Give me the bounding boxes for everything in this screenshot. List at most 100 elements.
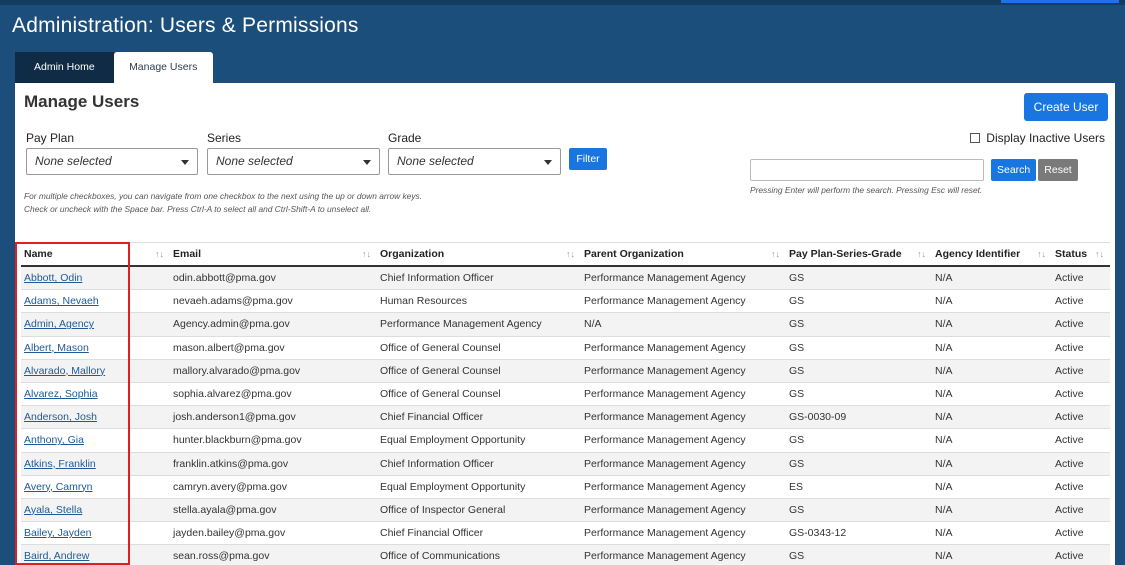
cell-agency-identifier: N/A <box>935 457 953 470</box>
cell-email: odin.abbott@pma.gov <box>173 272 276 284</box>
cell-organization: Office of Inspector General <box>380 503 506 516</box>
user-name-link[interactable]: Albert, Mason <box>24 342 89 354</box>
cell-name[interactable]: Anderson, Josh <box>21 406 170 428</box>
grade-select[interactable]: None selected <box>388 148 561 175</box>
cell-status: Active <box>1055 457 1084 470</box>
cell-name[interactable]: Admin, Agency <box>21 313 170 335</box>
help-text: For multiple checkboxes, you can navigat… <box>24 190 422 216</box>
cell-email: josh.anderson1@pma.gov <box>173 411 296 424</box>
table-row[interactable]: Albert, Mason mason.albert@pma.gov Office … <box>21 337 1110 360</box>
user-name-link[interactable]: Ayala, Stella <box>24 504 82 516</box>
user-name-link[interactable]: Anthony, Gia <box>24 434 84 446</box>
cell-organization: Office of General Counsel <box>380 387 501 400</box>
inactive-checkbox[interactable] <box>970 133 981 143</box>
filter-button[interactable]: Filter <box>569 148 607 170</box>
user-name-link[interactable]: Bailey, Jayden <box>24 527 92 539</box>
sort-icon: ↑↓ <box>566 249 575 259</box>
cell-organization: Equal Employment Opportunity <box>380 480 526 493</box>
cell-name[interactable]: Alvarez, Sophia <box>21 383 170 405</box>
cell-organization: Office of Communications <box>380 550 501 563</box>
cell-email: sean.ross@pma.gov <box>173 550 270 563</box>
search-input[interactable] <box>750 159 984 181</box>
cell-email: jayden.bailey@pma.gov <box>173 527 286 540</box>
table-row[interactable]: Adams, Nevaeh nevaeh.adams@pma.gov Human R… <box>21 290 1110 314</box>
inactive-label: Display Inactive Users <box>986 131 1105 145</box>
user-name-link[interactable]: Admin, Agency <box>24 318 94 330</box>
column-header-pay-plan-series-grade[interactable]: Pay Plan-Series-Grade ↑↓ <box>786 243 932 265</box>
cell-name[interactable]: Avery, Camryn <box>21 476 170 498</box>
chevron-down-icon <box>544 160 552 165</box>
table-row[interactable]: Admin, Agency Agency.admin@pma.gov Perform… <box>21 313 1110 337</box>
column-header-organization[interactable]: Organization ↑↓ <box>377 243 581 265</box>
user-name-link[interactable]: Adams, Nevaeh <box>24 295 99 307</box>
table-row[interactable]: Anthony, Gia hunter.blackburn@pma.gov Equa… <box>21 429 1110 453</box>
tab-manage-users[interactable]: Manage Users <box>113 52 213 83</box>
column-header-agency-identifier[interactable]: Agency Identifier ↑↓ <box>932 243 1052 265</box>
table-row[interactable]: Baird, Andrew sean.ross@pma.gov Office of … <box>21 545 1110 565</box>
cell-status: Active <box>1055 364 1084 377</box>
create-user-button[interactable]: Create User <box>1024 93 1108 121</box>
table-row[interactable]: Atkins, Franklin franklin.atkins@pma.gov C… <box>21 452 1110 476</box>
help-line-2: Check or uncheck with the Space bar. Pre… <box>24 204 372 214</box>
tab-admin-home[interactable]: Admin Home <box>15 52 114 83</box>
cell-email: mallory.alvarado@pma.gov <box>173 364 301 377</box>
column-header-name[interactable]: Name ↑↓ <box>21 243 170 265</box>
cell-name[interactable]: Abbott, Odin <box>21 267 170 289</box>
series-select[interactable]: None selected <box>207 148 380 175</box>
table-row[interactable]: Ayala, Stella stella.ayala@pma.gov Office … <box>21 498 1110 523</box>
table-row[interactable]: Alvarado, Mallory mallory.alvarado@pma.go… <box>21 359 1110 383</box>
column-header-email[interactable]: Email ↑↓ <box>170 243 377 265</box>
display-inactive-toggle[interactable]: Display Inactive Users <box>970 131 1105 145</box>
table-row[interactable]: Avery, Camryn camryn.avery@pma.gov Equal E… <box>21 476 1110 499</box>
cell-name[interactable]: Albert, Mason <box>21 337 170 359</box>
user-name-link[interactable]: Avery, Camryn <box>24 481 92 493</box>
user-name-link[interactable]: Atkins, Franklin <box>24 458 96 470</box>
cell-name[interactable]: Bailey, Jayden <box>21 522 170 544</box>
cell-name[interactable]: Anthony, Gia <box>21 429 170 451</box>
user-name-link[interactable]: Anderson, Josh <box>24 411 97 423</box>
user-name-link[interactable]: Alvarado, Mallory <box>24 365 105 377</box>
table-row[interactable]: Alvarez, Sophia sophia.alvarez@pma.gov Off… <box>21 383 1110 407</box>
sort-icon: ↑↓ <box>1037 249 1046 259</box>
cell-pay-plan-series-grade: GS <box>789 503 805 516</box>
cell-name[interactable]: Alvarado, Mallory <box>21 360 170 382</box>
cell-agency-identifier: N/A <box>935 387 953 400</box>
table-row[interactable]: Bailey, Jayden jayden.bailey@pma.gov Chief… <box>21 522 1110 546</box>
cell-parent-organization: Performance Management Agency <box>584 550 746 563</box>
cell-agency-identifier: N/A <box>935 364 953 377</box>
pay-plan-select[interactable]: None selected <box>26 148 198 175</box>
cell-parent-organization: Performance Management Agency <box>584 457 746 470</box>
cell-agency-identifier: N/A <box>935 318 953 331</box>
cell-parent-organization: Performance Management Agency <box>584 434 746 447</box>
user-name-link[interactable]: Abbott, Odin <box>24 272 82 284</box>
cell-organization: Chief Financial Officer <box>380 527 484 540</box>
top-right-button-edge[interactable] <box>1001 0 1119 3</box>
cell-agency-identifier: N/A <box>935 480 953 493</box>
sort-ascending-icon: ↑↓ <box>155 249 164 259</box>
user-name-link[interactable]: Alvarez, Sophia <box>24 388 98 400</box>
reset-button[interactable]: Reset <box>1038 159 1078 181</box>
cell-name[interactable]: Ayala, Stella <box>21 499 170 521</box>
tab-bar: Admin Home Manage Users <box>15 52 213 83</box>
cell-parent-organization: Performance Management Agency <box>584 341 746 354</box>
grade-value: None selected <box>397 154 474 168</box>
search-button[interactable]: Search <box>991 159 1036 181</box>
cell-pay-plan-series-grade: GS <box>789 295 805 308</box>
series-label: Series <box>207 131 242 145</box>
cell-name[interactable]: Baird, Andrew <box>21 545 170 565</box>
table-body: Abbott, Odin odin.abbott@pma.gov Chief Inf… <box>21 267 1110 565</box>
cell-email: franklin.atkins@pma.gov <box>173 457 289 470</box>
cell-agency-identifier: N/A <box>935 503 953 516</box>
cell-organization: Equal Employment Opportunity <box>380 434 526 447</box>
column-header-parent-organization[interactable]: Parent Organization ↑↓ <box>581 243 786 265</box>
table-row[interactable]: Anderson, Josh josh.anderson1@pma.gov Chie… <box>21 406 1110 430</box>
cell-name[interactable]: Atkins, Franklin <box>21 453 170 475</box>
cell-agency-identifier: N/A <box>935 341 953 354</box>
cell-name[interactable]: Adams, Nevaeh <box>21 290 170 312</box>
cell-parent-organization: Performance Management Agency <box>584 527 746 540</box>
table-row[interactable]: Abbott, Odin odin.abbott@pma.gov Chief Inf… <box>21 267 1110 291</box>
user-name-link[interactable]: Baird, Andrew <box>24 550 89 562</box>
table-header: Name ↑↓ Email ↑↓ Organization ↑↓ Parent Org… <box>21 242 1110 267</box>
cell-pay-plan-series-grade: GS <box>789 341 805 354</box>
column-header-status[interactable]: Status ↑↓ <box>1052 243 1110 265</box>
